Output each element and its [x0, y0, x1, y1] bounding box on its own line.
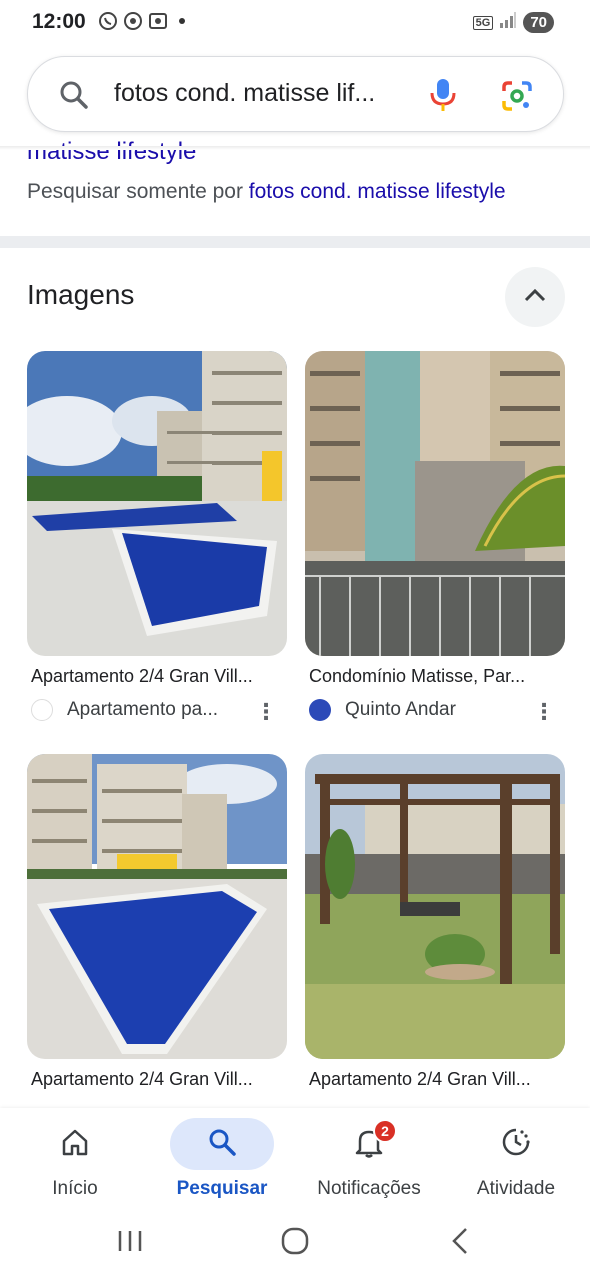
battery-indicator: 70	[523, 12, 554, 33]
image-source[interactable]: Quinto Andar ⋮	[305, 697, 565, 725]
image-caption[interactable]: Condomínio Matisse, Par...	[305, 666, 565, 687]
status-time: 12:00	[32, 10, 86, 33]
google-lens-icon[interactable]	[500, 79, 534, 118]
chrome-icon	[123, 11, 143, 31]
microphone-icon[interactable]	[428, 77, 458, 118]
nav-home-label: Início	[52, 1178, 98, 1199]
notification-badge: 2	[373, 1119, 397, 1143]
recent-apps-icon[interactable]	[115, 1226, 145, 1261]
image-result-card[interactable]: Apartamento 2/4 Gran Vill...	[305, 754, 565, 1090]
images-section-title: Imagens	[27, 279, 135, 310]
home-button-icon[interactable]	[280, 1226, 310, 1261]
network-icon: 5G	[472, 15, 494, 30]
system-navigation-bar	[0, 1208, 590, 1280]
notification-dot	[179, 18, 185, 24]
nav-activity-label: Atividade	[476, 1178, 556, 1199]
back-icon[interactable]	[448, 1226, 472, 1261]
image-result-card[interactable]: Condomínio Matisse, Par... Quinto Andar …	[305, 351, 565, 725]
image-caption[interactable]: Apartamento 2/4 Gran Vill...	[27, 1069, 287, 1090]
search-only-line: Pesquisar somente por fotos cond. matiss…	[27, 180, 506, 204]
nav-search[interactable]: Pesquisar	[157, 1118, 287, 1200]
nav-notifications[interactable]: 2 Notificações	[304, 1118, 434, 1200]
home-icon	[60, 1127, 90, 1162]
whatsapp-icon	[98, 11, 118, 31]
search-icon	[207, 1127, 237, 1162]
image-source[interactable]: Apartamento pa... ⋮	[27, 697, 287, 725]
section-divider	[0, 236, 590, 248]
screenshot-icon	[148, 11, 168, 31]
source-name: Quinto Andar	[345, 699, 456, 720]
bottom-navigation: Início Pesquisar 2 Notificações Atividad…	[0, 1108, 590, 1208]
signal-icon	[499, 11, 517, 34]
house-logo-icon	[31, 699, 53, 721]
search-input[interactable]: fotos cond. matisse lif...	[114, 79, 414, 108]
image-thumbnail-pool-2[interactable]	[27, 754, 287, 1059]
search-icon	[58, 79, 90, 116]
status-bar: 12:00 5G 70	[0, 0, 590, 46]
search-only-prefix: Pesquisar somente por	[27, 180, 249, 203]
header-shadow	[0, 146, 590, 150]
image-thumbnail-building[interactable]	[305, 351, 565, 656]
collapse-button[interactable]	[505, 267, 565, 327]
chevron-up-icon	[524, 288, 546, 307]
image-caption[interactable]: Apartamento 2/4 Gran Vill...	[27, 666, 287, 687]
search-bar[interactable]: fotos cond. matisse lif...	[27, 56, 564, 132]
nav-home[interactable]: Início	[10, 1118, 140, 1200]
image-thumbnail-pool[interactable]	[27, 351, 287, 656]
source-name: Apartamento pa...	[67, 699, 219, 720]
search-only-link[interactable]: fotos cond. matisse lifestyle	[249, 180, 506, 203]
suggestion-link[interactable]: matisse lifestyle	[27, 138, 196, 166]
quinto-andar-icon	[309, 699, 331, 721]
image-result-card[interactable]: Apartamento 2/4 Gran Vill...	[27, 754, 287, 1090]
activity-icon	[500, 1126, 532, 1163]
nav-search-label: Pesquisar	[176, 1178, 268, 1199]
more-options-icon[interactable]: ⋮	[533, 699, 555, 725]
image-result-card[interactable]: Apartamento 2/4 Gran Vill... Apartamento…	[27, 351, 287, 725]
more-options-icon[interactable]: ⋮	[255, 699, 277, 725]
image-caption[interactable]: Apartamento 2/4 Gran Vill...	[305, 1069, 565, 1090]
nav-notifications-label: Notificações	[317, 1178, 421, 1199]
nav-activity[interactable]: Atividade	[451, 1118, 581, 1200]
image-thumbnail-pergola[interactable]	[305, 754, 565, 1059]
